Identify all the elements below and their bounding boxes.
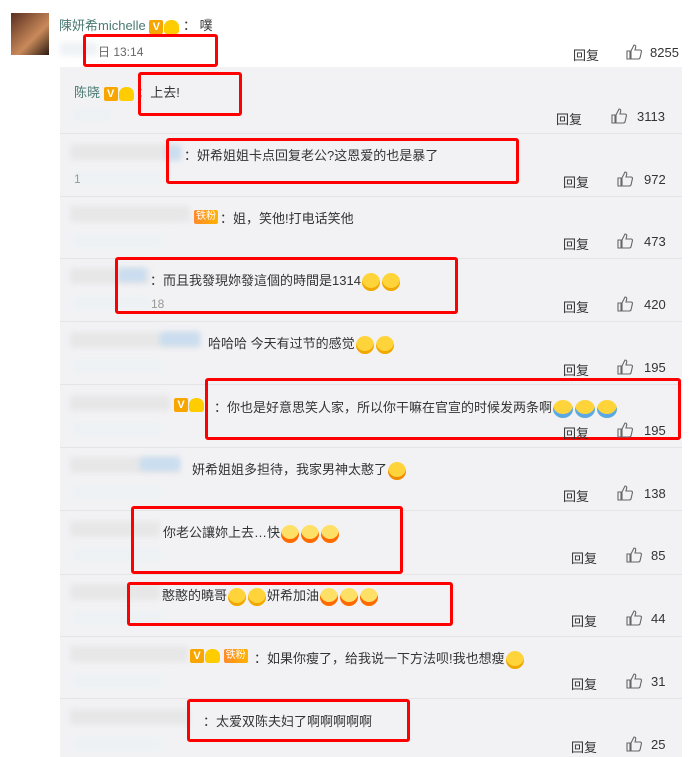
highlight-box	[187, 699, 410, 742]
thumbs-up-icon[interactable]	[617, 233, 633, 249]
reply-button[interactable]: 回复	[563, 360, 589, 379]
thumbs-up-icon[interactable]	[617, 296, 633, 312]
divider	[60, 447, 682, 448]
blurred-date	[72, 171, 162, 185]
main-comment-header: 陳妍希michelle V ： 噗	[59, 15, 213, 34]
main-comment-author[interactable]: 陳妍希michelle	[59, 18, 146, 33]
reply-button[interactable]: 回复	[571, 611, 597, 630]
blurred-date	[72, 422, 162, 436]
reply-text: 哈哈哈 今天有过节的感觉	[208, 333, 395, 354]
smile-emoji-icon	[505, 650, 524, 669]
reply-like-count: 195	[644, 360, 666, 375]
blurred-username	[70, 646, 188, 662]
divider	[60, 196, 682, 197]
thumbs-up-icon[interactable]	[617, 359, 633, 375]
main-like-count: 8255	[650, 45, 679, 60]
reply-like-count: 195	[644, 423, 666, 438]
reply-badges: V 铁粉	[190, 647, 248, 663]
reply-author[interactable]: 陈晓	[74, 85, 100, 100]
reply-like-count: 44	[651, 611, 666, 626]
main-comment-colon: ：	[182, 18, 196, 33]
author-avatar[interactable]	[11, 13, 49, 55]
main-comment-text: 噗	[199, 18, 213, 33]
v-badge-icon: V	[174, 397, 188, 412]
blurred-badge	[160, 332, 200, 346]
thumbs-up-icon[interactable]	[626, 547, 642, 563]
reply-text: ：姐，笑他!打电话笑他	[220, 211, 354, 226]
reply-like-count: 473	[644, 234, 666, 249]
reply-button[interactable]: 回复	[563, 297, 589, 316]
reply-button[interactable]: 回复	[563, 172, 589, 191]
v-badge-icon: V	[190, 648, 204, 663]
reply-button[interactable]: 回复	[563, 234, 589, 253]
thumbs-up-icon[interactable]	[626, 673, 642, 689]
grin-emoji-icon	[355, 335, 374, 354]
blurred-username	[70, 395, 170, 411]
v-badge-icon: V	[103, 86, 118, 101]
thumbs-up-icon[interactable]	[626, 610, 642, 626]
reply-button[interactable]: 回复	[556, 109, 582, 128]
reply-like-count: 85	[651, 548, 666, 563]
blurred-username	[70, 144, 180, 160]
thumbs-up-icon[interactable]	[611, 108, 627, 124]
divider	[60, 133, 682, 134]
highlight-box	[205, 378, 681, 440]
reply-button[interactable]: 回复	[571, 737, 597, 756]
main-reply-button[interactable]: 回复	[573, 45, 599, 64]
cry-emoji-icon	[388, 461, 407, 480]
blurred-username	[70, 206, 190, 222]
thumbs-up-icon[interactable]	[617, 171, 633, 187]
fan-badge: 铁粉	[194, 209, 218, 224]
reply-like-count: 138	[644, 486, 666, 501]
reply-text: 妍希姐姐多担待，我家男神太憨了	[192, 459, 407, 480]
highlight-box	[127, 582, 453, 626]
reply-button[interactable]: 回复	[563, 486, 589, 505]
crown-icon	[118, 86, 134, 101]
blurred-date	[72, 359, 162, 373]
reply-like-count: 972	[644, 172, 666, 187]
divider	[60, 636, 682, 637]
blurred-date	[72, 108, 112, 122]
blurred-date	[72, 674, 162, 688]
highlight-box	[131, 506, 403, 574]
crown-icon	[205, 648, 220, 663]
reply-time-fragment: 1	[74, 172, 81, 186]
divider	[60, 321, 682, 322]
blurred-date	[72, 485, 162, 499]
v-badge-icon: V	[149, 19, 164, 34]
highlight-box	[138, 72, 242, 116]
crown-icon	[189, 397, 204, 412]
crown-icon	[164, 19, 180, 34]
highlight-box	[115, 257, 458, 314]
reply-badges: V	[174, 396, 204, 412]
reply-button[interactable]: 回复	[571, 674, 597, 693]
thumbs-up-icon[interactable]	[626, 44, 642, 60]
highlight-box	[166, 138, 519, 184]
grin-emoji-icon	[375, 335, 394, 354]
blurred-date	[72, 234, 162, 248]
thumbs-up-icon[interactable]	[617, 422, 633, 438]
reply-like-count: 420	[644, 297, 666, 312]
reply-like-count: 3113	[637, 109, 665, 124]
reply-button[interactable]: 回复	[563, 423, 589, 442]
reply-like-count: 25	[651, 737, 666, 752]
thumbs-up-icon[interactable]	[617, 485, 633, 501]
reply-text: ：如果你瘦了，给我说一下方法呗!我也想瘦	[254, 648, 525, 669]
highlight-box	[83, 34, 218, 67]
blurred-username	[70, 709, 190, 725]
blurred-badge	[140, 457, 180, 471]
reply-button[interactable]: 回复	[571, 548, 597, 567]
thumbs-up-icon[interactable]	[626, 736, 642, 752]
divider	[60, 574, 682, 575]
reply-like-count: 31	[651, 674, 666, 689]
blurred-date	[72, 737, 162, 751]
